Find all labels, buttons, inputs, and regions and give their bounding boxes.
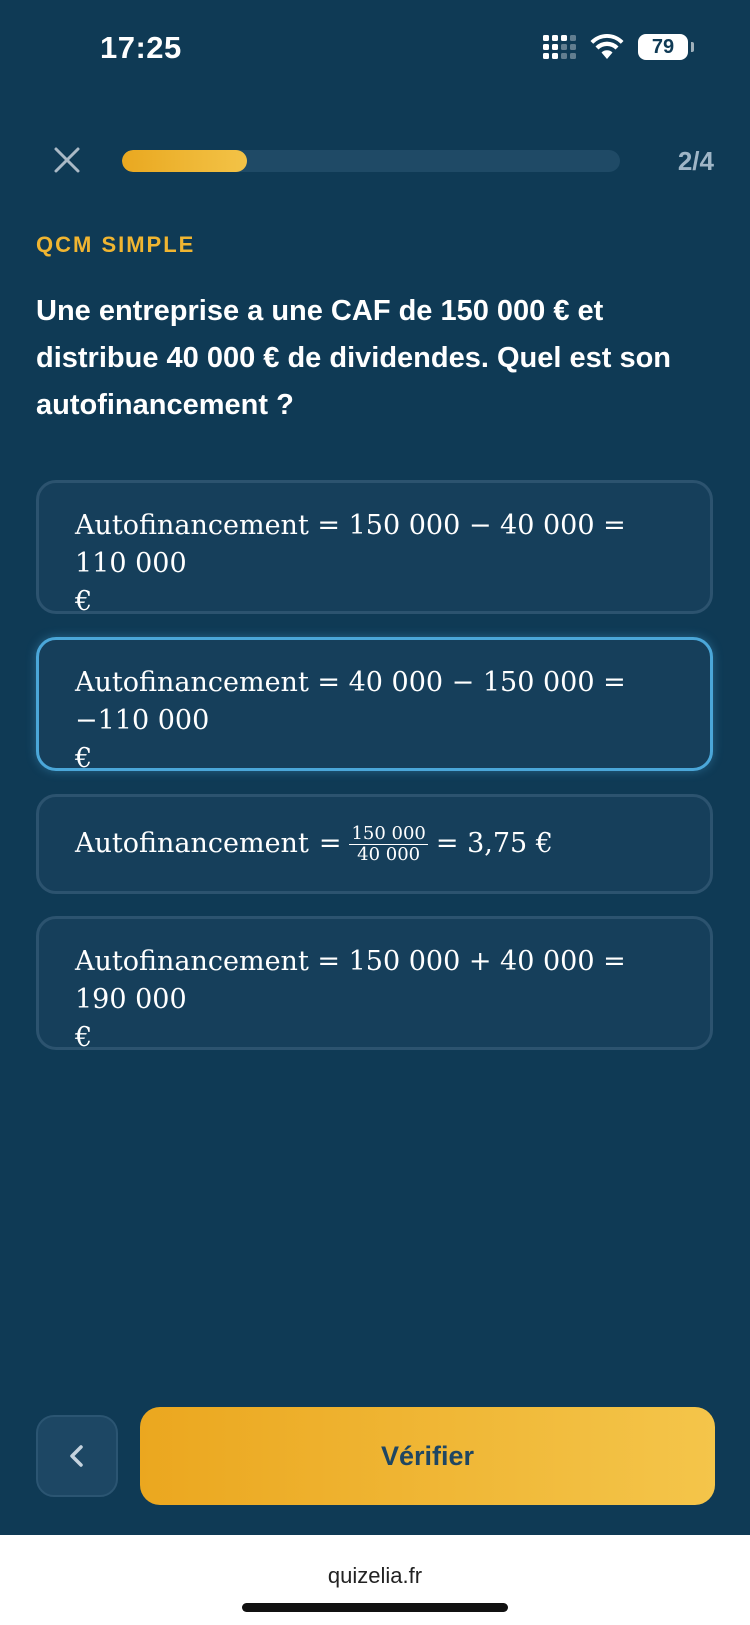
answer-option-1[interactable]: Autofinancement = 150 000 − 40 000 = 110…: [36, 480, 713, 617]
fraction-denominator: 40 000: [357, 843, 421, 865]
close-icon: [54, 147, 80, 173]
option-unit: €: [75, 586, 93, 617]
status-time: 17:25: [100, 30, 182, 65]
url-bar[interactable]: quizelia.fr: [0, 1563, 750, 1589]
option-result: = 3,75 €: [435, 828, 553, 859]
option-fraction: 150 000 40 000: [349, 822, 428, 865]
browser-bar: quizelia.fr: [0, 1535, 750, 1625]
status-icons: 79: [543, 34, 694, 60]
option-label: Autofinancement: [75, 946, 309, 977]
home-indicator[interactable]: [242, 1603, 508, 1612]
option-equals: =: [318, 828, 342, 859]
close-button[interactable]: [52, 145, 82, 175]
back-button[interactable]: [36, 1415, 118, 1497]
verify-button[interactable]: Vérifier: [140, 1407, 715, 1505]
option-label: Autofinancement: [75, 828, 309, 859]
battery-icon: 79: [638, 34, 694, 60]
answer-option-3[interactable]: Autofinancement = 150 000 40 000 = 3,75 …: [36, 794, 713, 894]
option-unit: €: [75, 743, 93, 774]
fraction-numerator: 150 000: [349, 822, 428, 845]
cellular-signal-icon: [543, 35, 576, 59]
option-unit: €: [75, 1022, 93, 1053]
chevron-left-icon: [70, 1445, 83, 1467]
progress-count: 2/4: [677, 146, 714, 176]
option-label: Autofinancement: [75, 510, 309, 541]
option-label: Autofinancement: [75, 667, 309, 698]
progress-bar-fill: [122, 150, 247, 172]
answer-option-4[interactable]: Autofinancement = 150 000 + 40 000 = 190…: [36, 916, 713, 1053]
status-bar: 17:25 79: [0, 0, 750, 100]
progress-bar: [122, 150, 620, 172]
question-text: Une entreprise a une CAF de 150 000 € et…: [36, 295, 671, 421]
answer-option-2[interactable]: Autofinancement = 40 000 − 150 000 = −11…: [36, 637, 713, 774]
wifi-icon: [590, 34, 624, 59]
question-type: QCM SIMPLE: [36, 232, 196, 257]
